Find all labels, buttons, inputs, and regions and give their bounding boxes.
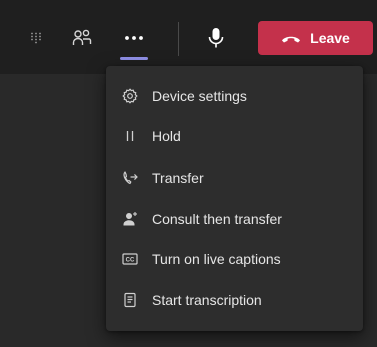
transfer-icon	[122, 170, 138, 186]
closed-captions-icon: CC	[122, 251, 138, 267]
menu-item-device-settings[interactable]: Device settings	[106, 78, 363, 114]
gear-icon	[122, 88, 138, 104]
menu-item-label: Consult then transfer	[152, 211, 282, 227]
menu-item-transfer[interactable]: Transfer	[106, 160, 363, 196]
menu-item-live-captions[interactable]: CC Turn on live captions	[106, 241, 363, 277]
microphone-icon	[208, 28, 224, 48]
dialpad-button[interactable]	[22, 18, 50, 58]
people-icon	[72, 29, 92, 45]
menu-item-label: Hold	[152, 128, 181, 144]
active-indicator	[120, 57, 148, 60]
dialpad-icon	[31, 32, 41, 44]
toolbar-divider	[178, 22, 179, 56]
more-options-icon	[125, 36, 143, 40]
menu-item-consult-then-transfer[interactable]: Consult then transfer	[106, 201, 363, 237]
consult-transfer-icon	[122, 211, 138, 227]
menu-item-hold[interactable]: Hold	[106, 118, 363, 154]
leave-label: Leave	[310, 30, 350, 46]
more-options-menu: Device settings Hold Transfer Consult th…	[106, 66, 363, 331]
menu-item-start-transcription[interactable]: Start transcription	[106, 282, 363, 318]
microphone-button[interactable]	[196, 18, 236, 58]
call-toolbar: Leave	[0, 0, 377, 74]
menu-item-label: Turn on live captions	[152, 251, 281, 267]
menu-item-label: Device settings	[152, 88, 247, 104]
menu-item-label: Transfer	[152, 170, 204, 186]
menu-item-label: Start transcription	[152, 292, 262, 308]
leave-button[interactable]: Leave	[258, 21, 373, 55]
pause-icon	[122, 128, 138, 144]
svg-text:CC: CC	[126, 258, 135, 264]
transcript-icon	[122, 292, 138, 308]
phone-hangup-icon	[282, 36, 301, 42]
people-button[interactable]	[62, 18, 102, 58]
more-options-button[interactable]	[112, 18, 156, 58]
